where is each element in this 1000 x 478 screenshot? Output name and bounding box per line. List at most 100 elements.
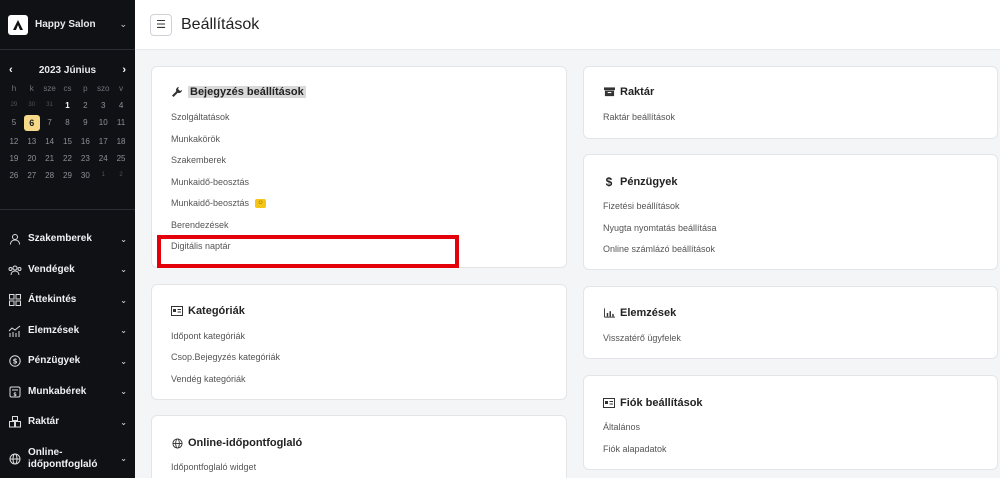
- link-visszatero-ugyfelek[interactable]: Visszatérő ügyfelek: [603, 333, 681, 343]
- link-munkaido-beosztas[interactable]: Munkaidő-beosztás: [171, 177, 249, 187]
- calendar-day[interactable]: 14: [41, 135, 59, 148]
- card-title-text: Bejegyzés beállítások: [188, 86, 306, 98]
- calendar-day[interactable]: 5: [5, 116, 23, 129]
- calendar-day[interactable]: 20: [23, 152, 41, 165]
- globe-icon: [8, 452, 22, 466]
- chevron-down-icon[interactable]: ⌄: [119, 19, 127, 30]
- calendar-prev-icon[interactable]: ‹: [9, 64, 13, 76]
- chevron-down-icon[interactable]: ⌄: [120, 387, 127, 396]
- card-title-raktar: Raktár: [603, 86, 654, 98]
- calendar-day[interactable]: 17: [94, 135, 112, 148]
- calendar-day-today[interactable]: 6: [23, 115, 40, 131]
- calendar-day[interactable]: 8: [59, 116, 77, 129]
- svg-text:$: $: [13, 392, 17, 398]
- calendar-day[interactable]: 1: [59, 99, 77, 112]
- link-csop-bejegyzes-kategoriak[interactable]: Csop.Bejegyzés kategóriák: [171, 352, 280, 362]
- sidebar-item-1[interactable]: Vendégek ⌄: [0, 255, 135, 286]
- card-elemzesek: [583, 286, 998, 359]
- wrench-icon: [171, 86, 183, 98]
- link-idopontfoglalo-widget[interactable]: Időpontfoglaló widget: [171, 462, 256, 472]
- hamburger-icon[interactable]: ☰: [150, 13, 172, 36]
- link-munkakorok[interactable]: Munkakörök: [171, 134, 220, 144]
- link-altalanos[interactable]: Általános: [603, 422, 640, 432]
- calendar-day[interactable]: 11: [112, 116, 130, 129]
- link-nyugta-nyomtatas[interactable]: Nyugta nyomtatás beállítása: [603, 223, 717, 233]
- sidebar-item-7[interactable]: Online- időpontfoglaló ⌄: [0, 438, 135, 478]
- chevron-down-icon[interactable]: ⌄: [120, 265, 127, 274]
- sidebar-item-label: Raktár: [28, 416, 60, 428]
- calendar-day[interactable]: 23: [76, 152, 94, 165]
- calendar-day[interactable]: 2: [76, 99, 94, 112]
- top-header: ☰ Beállítások: [135, 0, 1000, 50]
- chevron-down-icon[interactable]: ⌄: [120, 357, 127, 366]
- brand-switcher[interactable]: Happy Salon ⌄: [0, 0, 135, 50]
- calendar-day[interactable]: 13: [23, 135, 41, 148]
- link-szakemberek[interactable]: Szakemberek: [171, 155, 226, 165]
- calendar-day[interactable]: 27: [23, 169, 41, 182]
- chevron-down-icon[interactable]: ⌄: [120, 235, 127, 244]
- card-fiok-beallitasok: [583, 375, 998, 470]
- link-fizetesi-beallitasok[interactable]: Fizetési beállítások: [603, 201, 680, 211]
- card-title-text: Kategóriák: [188, 305, 245, 317]
- person-icon: [8, 232, 22, 246]
- dollar-circle-icon: $: [8, 354, 22, 368]
- link-raktar-beallitasok[interactable]: Raktár beállítások: [603, 112, 675, 122]
- calendar-day[interactable]: 28: [41, 169, 59, 182]
- smiley-emoji-icon: ☺: [255, 198, 267, 208]
- sidebar-item-2[interactable]: Áttekintés ⌄: [0, 285, 135, 316]
- calendar-day[interactable]: 18: [112, 135, 130, 148]
- calendar-day[interactable]: 29: [5, 99, 23, 112]
- calendar-day[interactable]: 7: [41, 116, 59, 129]
- sidebar-item-label: Elemzések: [28, 324, 80, 336]
- calendar-day[interactable]: 9: [76, 116, 94, 129]
- card-title-text: Fiók beállítások: [620, 397, 703, 409]
- card-title-text: Raktár: [620, 86, 655, 98]
- calendar-day[interactable]: 22: [59, 152, 77, 165]
- grid-icon: [8, 293, 22, 307]
- chevron-down-icon[interactable]: ⌄: [120, 326, 127, 335]
- calendar-next-icon[interactable]: ›: [122, 64, 126, 76]
- calendar-day[interactable]: 16: [76, 135, 94, 148]
- calendar-day[interactable]: 10: [94, 116, 112, 129]
- link-idopont-kategoriak[interactable]: Időpont kategóriák: [171, 331, 245, 341]
- calendar-day[interactable]: 31: [41, 99, 59, 112]
- calendar-day[interactable]: 21: [41, 152, 59, 165]
- card-title-text: Elemzések: [620, 307, 677, 319]
- calendar-day[interactable]: 19: [5, 152, 23, 165]
- id-card-icon: [603, 397, 615, 409]
- card-title-kategoriak: Kategóriák: [171, 305, 245, 317]
- calendar-day[interactable]: 30: [76, 169, 94, 182]
- sidebar-item-3[interactable]: Elemzések ⌄: [0, 316, 135, 347]
- link-szolgaltatasok[interactable]: Szolgáltatások: [171, 112, 230, 122]
- link-berendezesek[interactable]: Berendezések: [171, 220, 229, 230]
- link-munkaido-beosztas-new[interactable]: Munkaidő-beosztás ☺: [171, 198, 267, 208]
- chevron-down-icon[interactable]: ⌄: [120, 296, 127, 305]
- calendar-day[interactable]: 12: [5, 135, 23, 148]
- warehouse-icon: [8, 415, 22, 429]
- salon-logo-icon: [8, 14, 28, 35]
- sidebar-item-0[interactable]: Szakemberek ⌄: [0, 224, 135, 255]
- calendar-day[interactable]: 15: [59, 135, 77, 148]
- link-fiok-alapadatok[interactable]: Fiók alapadatok: [603, 444, 667, 454]
- sidebar-item-4[interactable]: $ Pénzügyek ⌄: [0, 346, 135, 377]
- card-title-elemzesek: Elemzések: [603, 307, 676, 319]
- calendar-day[interactable]: 2: [112, 169, 130, 182]
- chevron-down-icon[interactable]: ⌄: [120, 454, 127, 463]
- calendar-day[interactable]: 3: [94, 99, 112, 112]
- calendar-day[interactable]: 25: [112, 152, 130, 165]
- sidebar-item-label: Vendégek: [28, 263, 75, 275]
- calendar-day[interactable]: 30: [23, 99, 41, 112]
- highlight-box: [157, 235, 459, 268]
- sidebar-item-5[interactable]: $ Munkabérek ⌄: [0, 377, 135, 408]
- calendar-day[interactable]: 26: [5, 169, 23, 182]
- chevron-down-icon[interactable]: ⌄: [120, 418, 127, 427]
- link-vendeg-kategoriak[interactable]: Vendég kategóriák: [171, 374, 246, 384]
- sidebar-item-6[interactable]: Raktár ⌄: [0, 407, 135, 438]
- calendar-day[interactable]: 24: [94, 152, 112, 165]
- calendar-day[interactable]: 1: [94, 169, 112, 182]
- calendar-dow: v: [119, 84, 124, 93]
- calendar-day[interactable]: 4: [112, 99, 130, 112]
- calendar-dow: sze: [43, 84, 56, 93]
- link-online-szamlazo[interactable]: Online számlázó beállítások: [603, 244, 715, 254]
- calendar-day[interactable]: 29: [59, 169, 77, 182]
